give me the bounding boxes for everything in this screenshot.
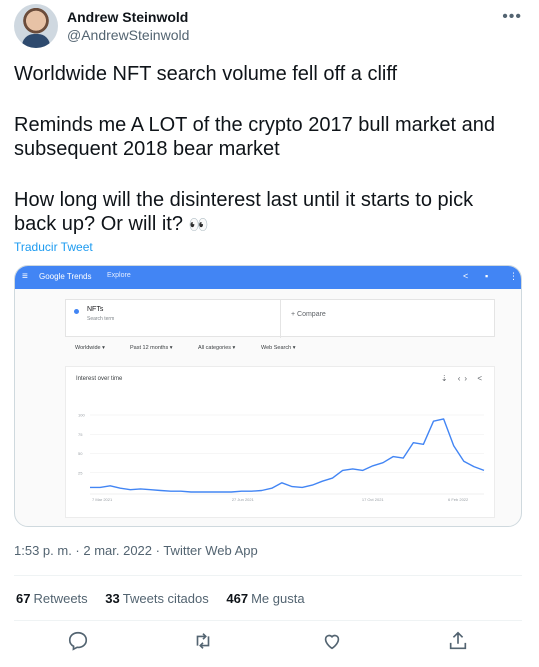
y-tick-label: 100 [78,413,85,418]
tweet-text-line-3: How long will the disinterest last until… [14,188,524,238]
apps-icon: ⋮⋮ [509,271,521,281]
more-dots-icon[interactable]: ••• [502,8,522,26]
interest-line-chart: 100 75 50 25 7 Mar 2021 27 Jun 2021 17 Oct 202… [78,413,485,502]
quotes-label: Tweets citados [122,591,209,606]
eyes-emoji-icon: 👀 [188,217,209,234]
tweet-text-line-2a: Reminds me A LOT of the crypto 2017 bull… [14,114,495,136]
retweets-count: 67 [16,591,31,606]
like-icon[interactable] [321,630,343,652]
feedback-icon: ▪ [485,271,489,281]
tweet-text-line-2b: subsequent 2018 bear market [14,138,280,160]
filter-time: Past 12 months ▾ [130,345,173,351]
tweet-header: Andrew Steinwold @AndrewSteinwold ••• [14,4,526,48]
image-card[interactable]: ≡ Google Trends Explore < ▪ ⋮⋮ NFTs Sear… [14,265,522,527]
tweet-stats: 67 Retweets 33 Tweets citados 467 Me gusta [16,591,319,606]
y-tick-label: 50 [78,451,83,456]
x-tick-label: 7 Mar 2021 [92,497,113,502]
quotes-count: 33 [105,591,120,606]
author-handle[interactable]: @AndrewSteinwold [67,27,189,43]
separator [14,575,522,576]
term-color-dot [74,309,79,314]
author-name[interactable]: Andrew Steinwold [67,9,188,25]
retweets-stat[interactable]: 67 Retweets [16,591,88,606]
tweet-text-line-3b: back up? Or will it? [14,213,183,235]
y-tick-label: 25 [78,470,83,475]
tweet-text-line-2: Reminds me A LOT of the crypto 2017 bull… [14,113,524,161]
interest-chart-card: Interest over time ⇣ ‹› < 100 75 50 25 7 Mar… [65,366,495,518]
tweet-text-line-3a: How long will the disinterest last until… [14,189,474,211]
reply-icon[interactable] [67,630,89,652]
x-tick-label: 27 Jun 2021 [232,497,255,502]
likes-stat[interactable]: 467 Me gusta [226,591,304,606]
search-term-panel: NFTs Search term + Compare [65,299,495,338]
tweet-timestamp[interactable]: 1:53 p. m. · 2 mar. 2022 · Twitter Web A… [14,543,258,558]
filter-search-type: Web Search ▾ [261,345,296,351]
likes-label: Me gusta [251,591,305,606]
y-tick-label: 75 [78,432,83,437]
share-icon[interactable] [447,630,469,652]
compare-label: + Compare [291,311,326,318]
share-small-icon: < [463,271,469,281]
translate-link[interactable]: Traducir Tweet [14,240,93,254]
filter-region: Worldwide ▾ [75,345,105,351]
tweet-text-line-1: Worldwide NFT search volume fell off a c… [14,63,398,85]
trends-logo: Google Trends [39,272,92,281]
search-term-sub: Search term [87,316,115,322]
retweets-label: Retweets [33,591,88,606]
action-bar [14,628,522,658]
filters-row: Worldwide ▾ Past 12 months ▾ All categor… [65,342,495,356]
series-line [90,418,485,493]
avatar[interactable] [14,4,58,48]
google-trends-bar: ≡ Google Trends Explore < ▪ ⋮⋮ [15,266,521,289]
x-tick-label: 17 Oct 2021 [362,497,385,502]
search-term: NFTs [87,306,104,313]
retweet-icon[interactable] [192,630,214,652]
menu-icon: ≡ [22,271,28,282]
filter-category: All categories ▾ [198,345,236,351]
x-tick-label: 6 Feb 2022 [448,497,469,502]
tweet-text-line-3b-wrap: back up? Or will it? 👀 [14,212,524,238]
likes-count: 467 [226,591,249,606]
panel-divider [280,300,281,338]
separator [14,620,522,621]
quotes-stat[interactable]: 33 Tweets citados [105,591,208,606]
explore-label: Explore [107,272,131,279]
